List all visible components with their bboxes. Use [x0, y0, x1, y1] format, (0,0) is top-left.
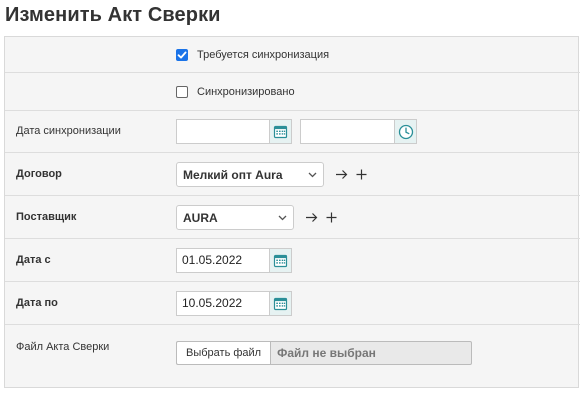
file-input[interactable]: Выбрать файл Файл не выбран: [176, 341, 472, 365]
date-from-input-group: 01.05.2022: [176, 248, 292, 273]
choose-file-button[interactable]: Выбрать файл: [177, 342, 272, 364]
form-panel: Требуется синхронизация Синхронизировано…: [4, 36, 580, 388]
calendar-icon: [273, 254, 288, 268]
arrow-right-icon: [335, 170, 347, 179]
clock-icon: [398, 124, 413, 139]
calendar-icon: [273, 297, 288, 311]
sync-date-input-group: [176, 119, 292, 144]
sync-date-label: Дата синхронизации: [16, 125, 121, 137]
page-title: Изменить Акт Сверки: [5, 4, 221, 26]
supplier-open-button[interactable]: [304, 211, 318, 225]
sync-date-input[interactable]: [176, 119, 269, 144]
date-to-label: Дата по: [16, 297, 58, 309]
row-sync-required: Требуется синхронизация: [5, 37, 580, 73]
contract-select[interactable]: Мелкий опт Aura: [176, 162, 324, 187]
chevron-down-icon: [278, 215, 287, 221]
sync-date-calendar-button[interactable]: [269, 119, 292, 144]
date-to-calendar-button[interactable]: [269, 291, 292, 316]
row-contract: Договор Мелкий опт Aura: [5, 153, 580, 196]
sync-time-input[interactable]: [300, 119, 394, 144]
synchronized-field[interactable]: Синхронизировано: [176, 86, 295, 98]
row-file: Файл Акта Сверки Выбрать файл Файл не вы…: [5, 325, 580, 387]
date-from-input[interactable]: 01.05.2022: [176, 248, 269, 273]
contract-select-value: Мелкий опт Aura: [183, 167, 283, 182]
synchronized-label: Синхронизировано: [197, 86, 295, 98]
date-from-calendar-button[interactable]: [269, 248, 292, 273]
row-sync-date: Дата синхронизации: [5, 111, 580, 153]
contract-add-button[interactable]: [354, 168, 368, 182]
row-supplier: Поставщик AURA: [5, 196, 580, 239]
sync-required-label: Требуется синхронизация: [197, 49, 330, 61]
arrow-right-icon: [305, 213, 317, 222]
date-from-label: Дата с: [16, 254, 51, 266]
chevron-down-icon: [308, 172, 317, 178]
sync-required-checkbox[interactable]: [176, 49, 188, 61]
sync-required-field[interactable]: Требуется синхронизация: [176, 49, 329, 61]
supplier-add-button[interactable]: [324, 211, 338, 225]
file-label: Файл Акта Сверки: [16, 341, 110, 353]
sync-time-clock-button[interactable]: [394, 119, 417, 144]
supplier-select-value: AURA: [183, 210, 218, 225]
row-date-to: Дата по 10.05.2022: [5, 282, 580, 325]
file-status-text: Файл не выбран: [277, 346, 376, 360]
supplier-label: Поставщик: [16, 211, 77, 223]
row-synchronized: Синхронизировано: [5, 73, 580, 111]
contract-label: Договор: [16, 168, 62, 180]
checkmark-icon: [177, 51, 187, 59]
date-to-input[interactable]: 10.05.2022: [176, 291, 269, 316]
date-to-input-group: 10.05.2022: [176, 291, 292, 316]
contract-select-group: Мелкий опт Aura: [176, 162, 368, 187]
plus-icon: [356, 169, 366, 180]
synchronized-checkbox[interactable]: [176, 86, 188, 98]
row-date-from: Дата с 01.05.2022: [5, 239, 580, 282]
supplier-select[interactable]: AURA: [176, 205, 294, 230]
calendar-icon: [273, 125, 288, 139]
plus-icon: [326, 212, 336, 223]
contract-open-button[interactable]: [334, 168, 348, 182]
sync-time-input-group: [300, 119, 417, 144]
supplier-select-group: AURA: [176, 205, 338, 230]
